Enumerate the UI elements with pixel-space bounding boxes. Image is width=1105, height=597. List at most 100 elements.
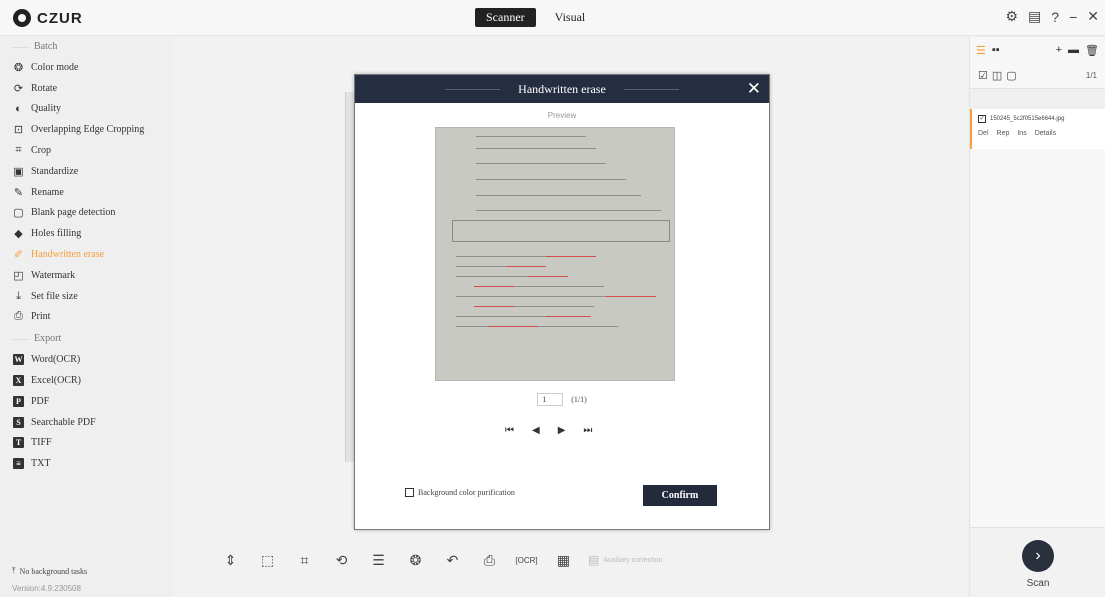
rotate-crop-icon[interactable]: ⟲	[323, 548, 360, 572]
title-bar: CZUR Scanner Visual ⚙ ▤ ? − ✕	[0, 0, 1105, 36]
handwritten-erase-dialog: Handwritten erase ✕ Preview 1 (1/1) ⏮ ◀ …	[354, 74, 770, 530]
blank-page-icon: ▢	[13, 207, 24, 220]
standardize-icon: ▣	[13, 165, 24, 178]
del-button[interactable]: Del	[978, 130, 989, 137]
fit-height-icon[interactable]: ⇕	[212, 548, 249, 572]
app-logo-text: CZUR	[37, 9, 83, 27]
crop-icon[interactable]: ⌗	[286, 548, 323, 572]
bottom-toolbar: ⇕ ⬚ ⌗ ⟲ ☰ ❂ ↶ ⎙ [OCR] ▦ ▤ Auxiliary corr…	[212, 548, 663, 572]
sidebar-item-quality[interactable]: ◐ Quality	[0, 99, 172, 120]
select-area-icon[interactable]: ⬚	[249, 548, 286, 572]
export-format-icon: ≡	[13, 458, 24, 470]
last-page-icon[interactable]: ⏭	[583, 425, 592, 436]
sidebar-item-label: Watermark	[31, 269, 76, 281]
auxiliary-correction-button[interactable]: ▤ Auxiliary correction	[588, 553, 662, 567]
close-icon[interactable]: ✕	[1087, 8, 1099, 25]
color-mode-icon[interactable]: ❂	[397, 548, 434, 572]
sidebar-item-color-mode[interactable]: ❂ Color mode	[0, 57, 172, 78]
right-panel: ☰ ▪▪ + ▬ 🗑 ☑ ◫ ▢ 1/1 ✓ 150245_5c2f0515e6…	[969, 37, 1105, 597]
sidebar-item-label: Set file size	[31, 290, 78, 302]
background-purification-checkbox[interactable]	[405, 488, 414, 497]
sidebar-item-blank-page[interactable]: ▢ Blank page detection	[0, 203, 172, 224]
sidebar-item-label: Blank page detection	[31, 207, 116, 219]
ocr-icon[interactable]: [OCR]	[508, 548, 545, 572]
export-item[interactable]: W Word(OCR)	[0, 349, 172, 370]
qr-code-icon[interactable]: ▦	[545, 548, 582, 572]
sidebar-item-edge-crop[interactable]: ⊡ Overlapping Edge Cropping	[0, 119, 172, 140]
dialog-title: Handwritten erase	[518, 82, 606, 96]
delete-icon[interactable]: 🗑	[1085, 44, 1099, 57]
sidebar-item-watermark[interactable]: ◰ Watermark	[0, 265, 172, 286]
adjust-icon[interactable]: ☰	[360, 548, 397, 572]
export-item[interactable]: X Excel(OCR)	[0, 370, 172, 391]
select-all-icon[interactable]: ☑	[978, 69, 988, 82]
sidebar-item-label: Print	[31, 311, 51, 323]
sidebar-item-rotate[interactable]: ⟳ Rotate	[0, 78, 172, 99]
page-indicator: 1 (1/1)	[355, 393, 769, 406]
export-item[interactable]: P PDF	[0, 391, 172, 412]
sidebar-item-print[interactable]: ⎙ Print	[0, 307, 172, 328]
folder-icon[interactable]: ▬	[1068, 44, 1079, 56]
file-item[interactable]: ✓ 150245_5c2f0515e6644.jpg Del Rep Ins D…	[970, 109, 1105, 149]
preview-label: Preview	[547, 111, 577, 120]
sidebar-item-eraser[interactable]: ✐ Handwritten erase	[0, 244, 172, 265]
sidebar-item-file-size[interactable]: ⤓ Set file size	[0, 286, 172, 307]
export-item[interactable]: T TIFF	[0, 433, 172, 454]
file-row: ✓ 150245_5c2f0515e6644.jpg	[978, 115, 1099, 123]
sidebar-item-label: Quality	[31, 103, 61, 115]
background-purification-option[interactable]: Background color purification	[405, 488, 515, 497]
sidebar-item-label: Rotate	[31, 82, 58, 94]
preview-image	[435, 127, 675, 381]
minimize-icon[interactable]: −	[1069, 9, 1077, 25]
background-tasks-label: No background tasks	[19, 566, 88, 576]
undo-icon[interactable]: ↶	[434, 548, 471, 572]
ins-button[interactable]: Ins	[1017, 130, 1026, 137]
sidebar-item-label: Rename	[31, 186, 64, 198]
crop-icon: ⌗	[15, 144, 22, 157]
background-tasks[interactable]: ⤒ No background tasks	[12, 566, 87, 576]
sidebar-item-label: Handwritten erase	[31, 249, 105, 261]
tab-scanner[interactable]: Scanner	[475, 8, 536, 27]
scan-button[interactable]: ›	[1022, 540, 1054, 572]
upload-icon: ⤒	[12, 566, 16, 575]
sidebar-item-rename[interactable]: ✎ Rename	[0, 182, 172, 203]
compare-view-icon[interactable]: ▢	[1006, 69, 1016, 82]
sidebar-item-label: Crop	[31, 145, 51, 157]
split-view-icon[interactable]: ◫	[992, 69, 1002, 82]
fill-icon: ◆	[14, 228, 23, 241]
color-mode-icon: ❂	[13, 61, 24, 74]
export-format-icon: X	[13, 375, 24, 387]
sidebar-item-crop[interactable]: ⌗ Crop	[0, 140, 172, 161]
help-icon[interactable]: ?	[1051, 9, 1059, 25]
export-item-label: Searchable PDF	[31, 416, 96, 428]
selection-toolbar: ☑ ◫ ▢ 1/1	[970, 63, 1105, 89]
grid-view-icon[interactable]: ▪▪	[992, 44, 1000, 56]
file-checkbox[interactable]: ✓	[978, 115, 986, 123]
rename-icon: ✎	[13, 186, 24, 199]
print-icon: ⎙	[14, 310, 23, 323]
prev-page-icon[interactable]: ◀	[532, 425, 540, 436]
export-item[interactable]: ≡ TXT	[0, 453, 172, 474]
tab-visual[interactable]: Visual	[544, 8, 597, 27]
chat-icon[interactable]: ▤	[1028, 8, 1041, 25]
confirm-button[interactable]: Confirm	[643, 485, 717, 506]
first-page-icon[interactable]: ⏮	[505, 425, 514, 436]
page-number-input[interactable]: 1	[537, 393, 564, 406]
export-item[interactable]: S Searchable PDF	[0, 412, 172, 433]
dialog-close-icon[interactable]: ✕	[747, 75, 761, 103]
list-view-icon[interactable]: ☰	[976, 44, 986, 57]
app-logo: CZUR	[13, 9, 83, 27]
sidebar-item-fill[interactable]: ◆ Holes filling	[0, 223, 172, 244]
details-button[interactable]: Details	[1035, 130, 1056, 137]
next-page-icon[interactable]: ▶	[558, 425, 566, 436]
export-item-label: TIFF	[31, 437, 52, 449]
settings-icon[interactable]: ⚙	[1005, 8, 1018, 25]
export-item-label: TXT	[31, 458, 51, 470]
sidebar-item-label: Standardize	[31, 165, 79, 177]
sidebar-item-standardize[interactable]: ▣ Standardize	[0, 161, 172, 182]
print-icon[interactable]: ⎙	[471, 548, 508, 572]
mode-switch: Scanner Visual	[475, 8, 596, 27]
add-icon[interactable]: +	[1056, 44, 1062, 56]
view-toolbar: ☰ ▪▪ + ▬ 🗑	[970, 37, 1105, 63]
rep-button[interactable]: Rep	[997, 130, 1010, 137]
